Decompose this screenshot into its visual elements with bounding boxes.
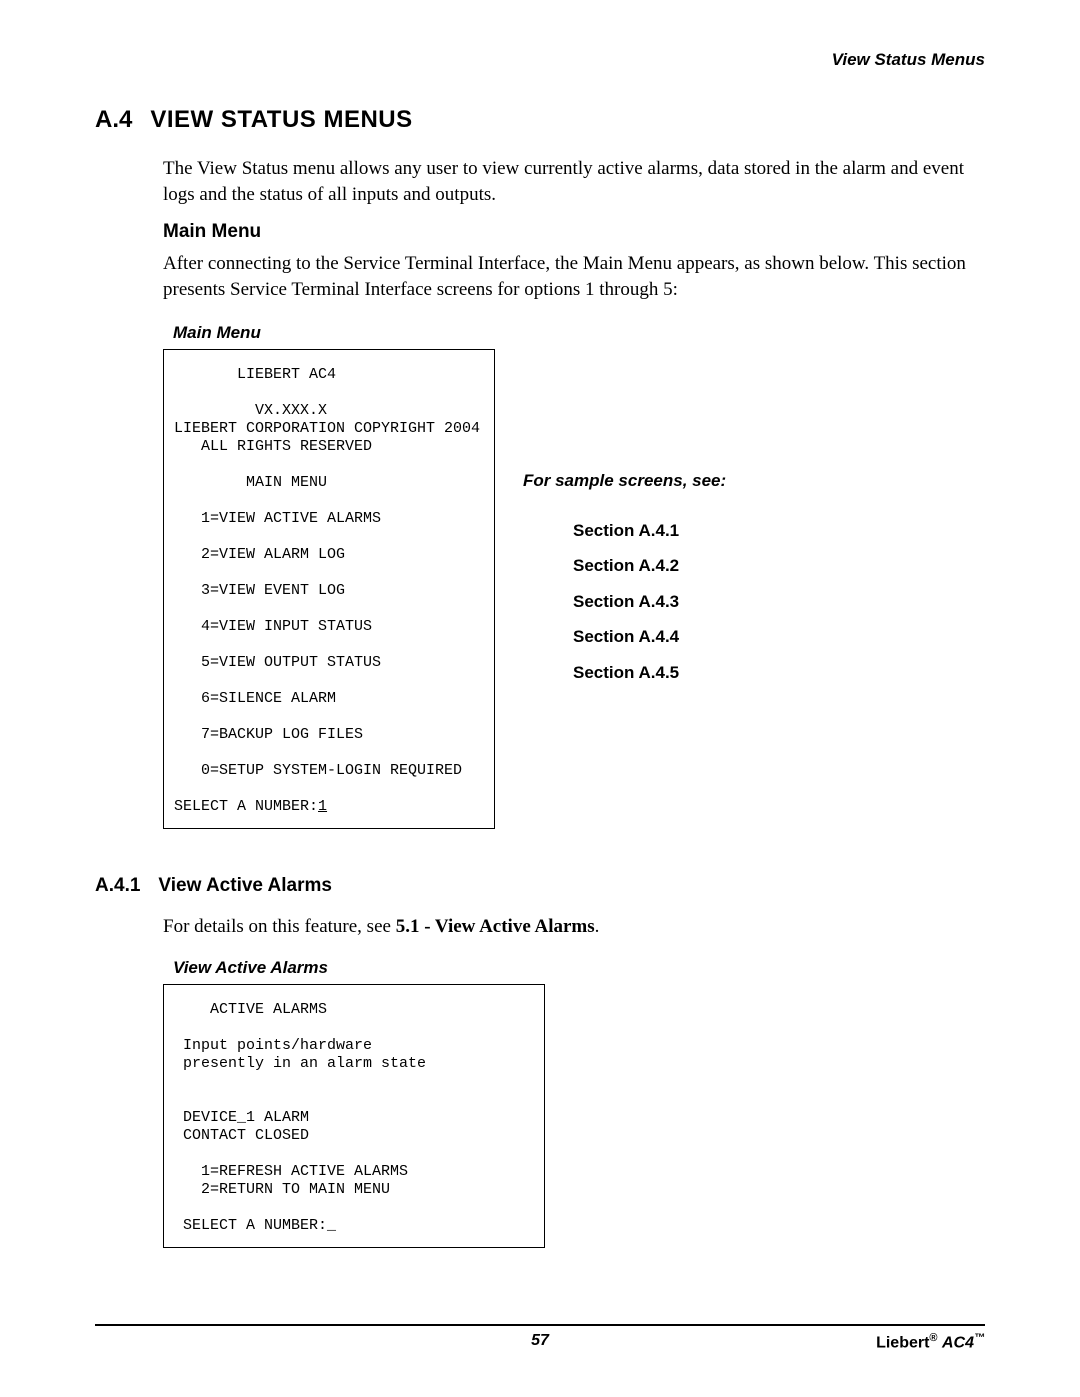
section-title: VIEW STATUS MENUS bbox=[150, 106, 412, 134]
mainmenu-terminal: LIEBERT AC4 VX.XXX.X LIEBERT CORPORATION… bbox=[163, 349, 495, 829]
terminal-prompt-value: 1 bbox=[318, 798, 327, 815]
terminal-header: LIEBERT AC4 VX.XXX.X LIEBERT CORPORATION… bbox=[174, 366, 480, 491]
terminal-prompt: SELECT A NUMBER: bbox=[174, 798, 318, 815]
terminal-option: 0=SETUP SYSTEM-LOGIN REQUIRED bbox=[174, 762, 462, 779]
subsection-number: A.4.1 bbox=[95, 875, 140, 897]
mainmenu-text: After connecting to the Service Terminal… bbox=[163, 251, 985, 302]
section-number: A.4 bbox=[95, 106, 132, 134]
section-ref: Section A.4.3 bbox=[573, 592, 726, 612]
section-ref: Section A.4.2 bbox=[573, 556, 726, 576]
activealarms-terminal: ACTIVE ALARMS Input points/hardware pres… bbox=[163, 984, 545, 1248]
running-head: View Status Menus bbox=[95, 50, 985, 70]
section-heading: A.4 VIEW STATUS MENUS bbox=[95, 106, 985, 134]
crossref-pre: For details on this feature, see bbox=[163, 916, 396, 937]
terminal-option: 2=VIEW ALARM LOG bbox=[174, 546, 345, 563]
mainmenu-layout: LIEBERT AC4 VX.XXX.X LIEBERT CORPORATION… bbox=[163, 349, 985, 829]
crossref-link: 5.1 - View Active Alarms bbox=[396, 916, 595, 937]
page: View Status Menus A.4 VIEW STATUS MENUS … bbox=[0, 0, 1080, 1397]
subsection-title: View Active Alarms bbox=[158, 875, 332, 897]
mainmenu-caption: Main Menu bbox=[173, 323, 985, 343]
crossref-post: . bbox=[595, 916, 600, 937]
terminal-option: 1=VIEW ACTIVE ALARMS bbox=[174, 510, 381, 527]
mainmenu-heading: Main Menu bbox=[163, 221, 985, 243]
refs-lead: For sample screens, see: bbox=[523, 471, 726, 491]
terminal-option: 7=BACKUP LOG FILES bbox=[174, 726, 363, 743]
section-ref: Section A.4.5 bbox=[573, 663, 726, 683]
section-ref: Section A.4.1 bbox=[573, 521, 726, 541]
activealarms-caption: View Active Alarms bbox=[173, 958, 985, 978]
subsection-heading: A.4.1 View Active Alarms bbox=[95, 875, 985, 897]
section-references: For sample screens, see: Section A.4.1 S… bbox=[523, 471, 726, 699]
page-footer: 57 Liebert® AC4™ bbox=[95, 1324, 985, 1352]
terminal-option: 4=VIEW INPUT STATUS bbox=[174, 618, 372, 635]
terminal-option: 5=VIEW OUTPUT STATUS bbox=[174, 654, 381, 671]
page-number: 57 bbox=[95, 1332, 985, 1350]
section-intro: The View Status menu allows any user to … bbox=[163, 156, 985, 207]
subsection-crossref: For details on this feature, see 5.1 - V… bbox=[163, 916, 985, 938]
terminal-option: 6=SILENCE ALARM bbox=[174, 690, 336, 707]
section-ref: Section A.4.4 bbox=[573, 627, 726, 647]
activealarms-wrap: ACTIVE ALARMS Input points/hardware pres… bbox=[163, 984, 985, 1248]
terminal-option: 3=VIEW EVENT LOG bbox=[174, 582, 345, 599]
